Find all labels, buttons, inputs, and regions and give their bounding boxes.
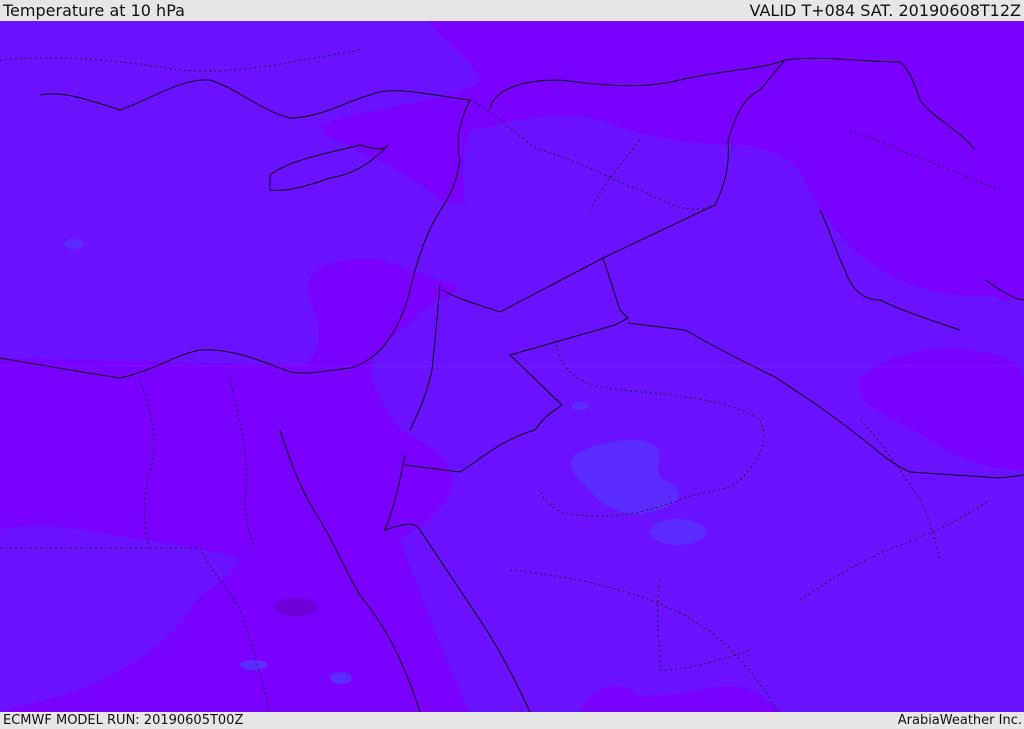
cool-dot-1: [64, 239, 84, 249]
map-svg: [0, 21, 1024, 712]
cool-dot-3: [240, 660, 268, 670]
header-bar: Temperature at 10 hPa VALID T+084 SAT. 2…: [0, 0, 1024, 21]
temperature-map[interactable]: [0, 21, 1024, 712]
cool-pocket-small: [650, 519, 706, 545]
valid-time: VALID T+084 SAT. 20190608T12Z: [749, 1, 1021, 20]
model-run: ECMWF MODEL RUN: 20190605T00Z: [3, 713, 244, 728]
cool-dot-2: [572, 402, 588, 410]
warm-dot-red-sea: [274, 598, 318, 616]
cool-dot-4: [330, 672, 352, 684]
map-title: Temperature at 10 hPa: [3, 1, 185, 20]
credit: ArabiaWeather Inc.: [897, 713, 1022, 728]
footer-bar: ECMWF MODEL RUN: 20190605T00Z ArabiaWeat…: [0, 712, 1024, 729]
